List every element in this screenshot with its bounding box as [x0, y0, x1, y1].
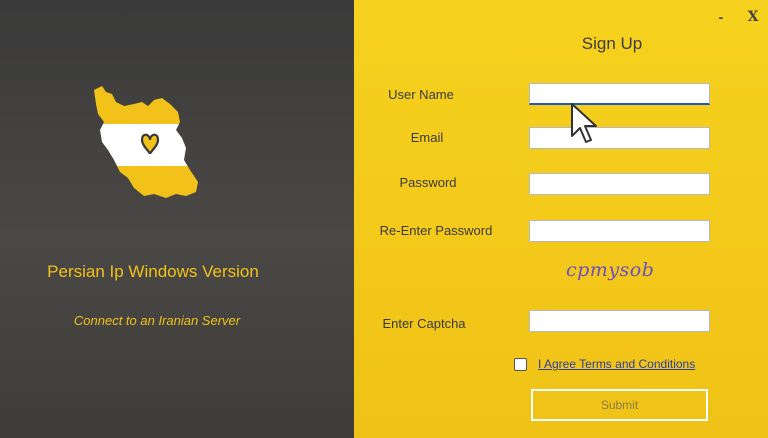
captcha-input[interactable]	[529, 310, 710, 332]
iran-map-heart-icon	[94, 86, 198, 198]
reenter-password-input[interactable]	[529, 220, 710, 242]
password-label: Password	[399, 175, 457, 190]
close-button[interactable]: X	[744, 8, 762, 26]
form-title: Sign Up	[581, 34, 643, 53]
minimize-button[interactable]: -	[712, 8, 730, 26]
captcha-label: Enter Captcha	[382, 316, 466, 331]
branding-panel	[0, 0, 354, 438]
email-label: Email	[410, 130, 444, 145]
submit-button[interactable]: Submit	[531, 389, 708, 421]
mouse-cursor-icon	[571, 103, 597, 143]
password-input[interactable]	[529, 173, 710, 195]
app-title: Persian Ip Windows Version	[47, 262, 259, 281]
username-label: User Name	[388, 87, 454, 102]
reenter-password-label: Re-Enter Password	[379, 223, 493, 238]
captcha-image: cpmysob	[566, 259, 655, 281]
app-subtitle: Connect to an Iranian Server	[73, 313, 241, 328]
signup-panel	[354, 0, 768, 438]
username-input[interactable]	[529, 83, 710, 105]
agree-checkbox[interactable]	[514, 358, 527, 371]
terms-link[interactable]: I Agree Terms and Conditions	[538, 357, 695, 371]
email-input[interactable]	[529, 127, 710, 149]
